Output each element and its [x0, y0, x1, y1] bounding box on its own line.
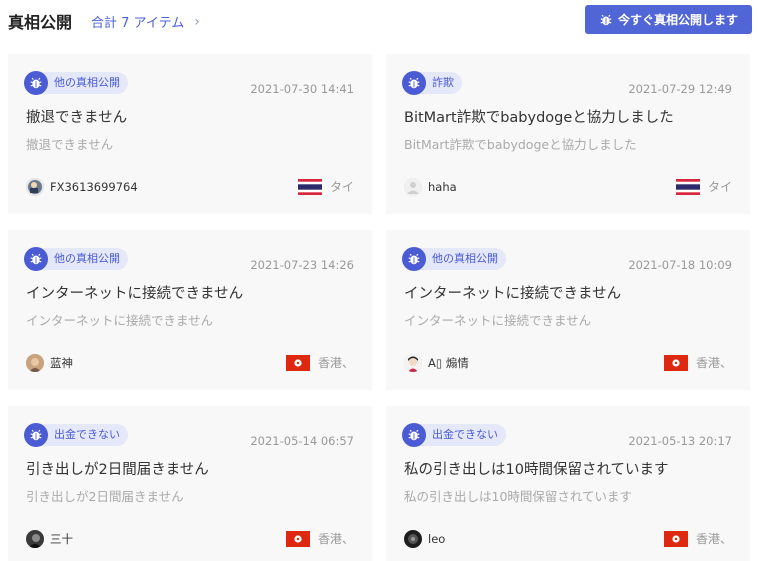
- exposure-card[interactable]: 他の真相公開 2021-07-30 14:41 撤退できません 撤退できません …: [8, 54, 372, 214]
- exposure-card[interactable]: 他の真相公開 2021-07-23 14:26 インターネットに接続できません …: [8, 230, 372, 390]
- post-date: 2021-07-23 14:26: [250, 258, 354, 272]
- country-name: 香港、: [695, 532, 732, 546]
- exposure-card[interactable]: 出金できない 2021-05-14 06:57 引き出しが2日間届きません 引き…: [8, 406, 372, 561]
- hongkong-flag-icon: [285, 530, 310, 547]
- author: FX3613699764: [26, 178, 138, 196]
- category-badge: 他の真相公開: [402, 246, 506, 272]
- hongkong-flag-icon: [285, 354, 310, 371]
- card-headline[interactable]: インターネットに接続できません: [26, 282, 356, 303]
- country-name: 香港、: [317, 532, 354, 546]
- card-summary: 引き出しが2日間届きません: [26, 489, 184, 504]
- avatar: [404, 530, 422, 548]
- page-title: 真相公開: [8, 13, 73, 32]
- avatar: [26, 354, 44, 372]
- post-date: 2021-07-18 10:09: [628, 258, 732, 272]
- author-name: 蓝神: [50, 356, 73, 370]
- country: 香港、: [663, 530, 732, 547]
- author-name: FX3613699764: [50, 180, 138, 194]
- card-summary: 私の引き出しは10時間保留されています: [404, 489, 633, 504]
- total-items-label: 合計 7 アイテム: [91, 16, 185, 31]
- country: 香港、: [663, 354, 732, 371]
- author: A▯ 煽情: [404, 354, 469, 372]
- hongkong-flag-icon: [663, 530, 688, 547]
- card-headline[interactable]: 私の引き出しは10時間保留されています: [404, 458, 734, 479]
- category-badge: 他の真相公開: [24, 246, 128, 272]
- card-headline[interactable]: BitMart詐欺でbabydogeと協力しました: [404, 106, 734, 127]
- post-date: 2021-05-13 20:17: [628, 434, 732, 448]
- category-badge: 出金できない: [24, 422, 128, 448]
- card-summary: インターネットに接続できません: [404, 313, 592, 328]
- card-headline[interactable]: インターネットに接続できません: [404, 282, 734, 303]
- country: 香港、: [285, 530, 354, 547]
- author-name: haha: [428, 180, 457, 194]
- post-date: 2021-07-30 14:41: [250, 82, 354, 96]
- card-headline[interactable]: 撤退できません: [26, 106, 356, 127]
- bug-icon: [402, 423, 426, 447]
- exposure-card[interactable]: 他の真相公開 2021-07-18 10:09 インターネットに接続できません …: [386, 230, 750, 390]
- category-tag: 他の真相公開: [40, 248, 128, 270]
- post-date: 2021-05-14 06:57: [250, 434, 354, 448]
- post-date: 2021-07-29 12:49: [628, 82, 732, 96]
- bug-icon: [24, 423, 48, 447]
- expose-now-button[interactable]: 今すぐ真相公開します: [585, 5, 752, 34]
- category-tag: 出金できない: [40, 424, 128, 446]
- avatar: [26, 530, 44, 548]
- category-badge: 詐欺: [402, 70, 462, 96]
- country-name: 香港、: [317, 356, 354, 370]
- category-tag: 他の真相公開: [418, 248, 506, 270]
- country: タイ: [297, 178, 354, 195]
- author: 蓝神: [26, 354, 73, 372]
- category-tag: 出金できない: [418, 424, 506, 446]
- avatar: [404, 354, 422, 372]
- author-name: 三十: [50, 532, 73, 546]
- bug-icon: [600, 14, 612, 25]
- thailand-flag-icon: [297, 178, 322, 195]
- avatar: [26, 178, 44, 196]
- card-summary: 撤退できません: [26, 137, 114, 152]
- country: 香港、: [285, 354, 354, 371]
- thailand-flag-icon: [675, 178, 700, 195]
- bug-icon: [24, 71, 48, 95]
- card-headline[interactable]: 引き出しが2日間届きません: [26, 458, 356, 479]
- card-summary: BitMart詐欺でbabydogeと協力しました: [404, 137, 637, 152]
- bug-icon: [402, 247, 426, 271]
- category-badge: 他の真相公開: [24, 70, 128, 96]
- country-name: タイ: [329, 180, 354, 194]
- category-tag: 他の真相公開: [40, 72, 128, 94]
- hongkong-flag-icon: [663, 354, 688, 371]
- card-summary: インターネットに接続できません: [26, 313, 214, 328]
- country-name: タイ: [707, 180, 732, 194]
- chevron-right-icon: ›: [194, 13, 200, 30]
- country-name: 香港、: [695, 356, 732, 370]
- author: haha: [404, 178, 457, 196]
- page-header: 真相公開 合計 7 アイテム › 今すぐ真相公開します: [0, 0, 758, 40]
- author-name: leo: [428, 532, 446, 546]
- total-items-link[interactable]: 合計 7 アイテム ›: [91, 12, 200, 32]
- bug-icon: [402, 71, 426, 95]
- category-badge: 出金できない: [402, 422, 506, 448]
- country: タイ: [675, 178, 732, 195]
- author-name: A▯ 煽情: [428, 356, 469, 370]
- expose-now-label: 今すぐ真相公開します: [617, 13, 738, 27]
- exposure-card[interactable]: 出金できない 2021-05-13 20:17 私の引き出しは10時間保留されて…: [386, 406, 750, 561]
- avatar: [404, 178, 422, 196]
- author: 三十: [26, 530, 73, 548]
- bug-icon: [24, 247, 48, 271]
- author: leo: [404, 530, 445, 548]
- exposure-card[interactable]: 詐欺 2021-07-29 12:49 BitMart詐欺でbabydogeと協…: [386, 54, 750, 214]
